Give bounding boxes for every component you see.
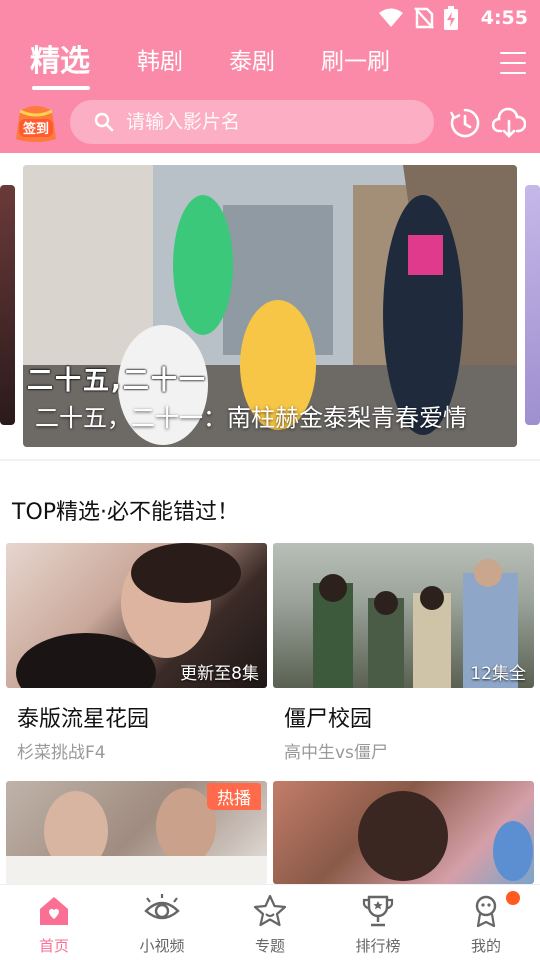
nav-home[interactable]: 首页 bbox=[4, 885, 104, 960]
nav-ranking[interactable]: 排行榜 bbox=[328, 885, 428, 960]
video-title: 僵尸校园 bbox=[284, 707, 373, 732]
video-card[interactable]: 12集全 僵尸校园 高中生vs僵尸 bbox=[273, 543, 534, 763]
banner-slide[interactable]: 二十五,二十一 二十五，二十一：南柱赫金泰梨青春爱情 bbox=[23, 165, 517, 447]
nav-profile[interactable]: 我的 bbox=[436, 885, 536, 960]
sign-in-label: 签到 bbox=[22, 121, 49, 137]
home-icon bbox=[40, 897, 68, 925]
banner-next-peek[interactable] bbox=[525, 185, 540, 425]
trophy-icon bbox=[362, 895, 394, 927]
banner-prev-peek[interactable] bbox=[0, 185, 15, 425]
thumbnail-image bbox=[358, 791, 533, 881]
nav-label: 专题 bbox=[254, 937, 285, 955]
nav-label: 我的 bbox=[470, 937, 501, 955]
episode-badge: 12集全 bbox=[470, 664, 526, 684]
episode-badge: 更新至8集 bbox=[180, 664, 259, 684]
nav-topics[interactable]: 专题 bbox=[220, 885, 320, 960]
nav-label: 首页 bbox=[38, 937, 69, 955]
menu-button[interactable] bbox=[500, 52, 526, 74]
search-icon bbox=[94, 112, 114, 132]
gift-bag-icon: 签到 bbox=[16, 106, 56, 142]
sign-in-button[interactable]: 签到 bbox=[14, 103, 58, 143]
eye-icon bbox=[144, 894, 180, 920]
download-button[interactable] bbox=[491, 107, 527, 143]
search-input[interactable] bbox=[126, 100, 416, 144]
banner-title-overlay: 二十五,二十一 bbox=[27, 366, 207, 396]
tab-swipe[interactable]: 刷一刷 bbox=[321, 42, 390, 86]
wifi-icon bbox=[379, 8, 403, 27]
nav-label: 排行榜 bbox=[355, 937, 401, 955]
nav-label: 小视频 bbox=[139, 937, 185, 955]
profile-icon bbox=[475, 895, 497, 928]
video-card[interactable] bbox=[273, 781, 534, 884]
video-subtitle: 杉菜挑战F4 bbox=[17, 743, 106, 763]
video-thumbnail: 热播 bbox=[6, 781, 267, 884]
battery-charging-icon bbox=[444, 6, 458, 30]
search-box[interactable] bbox=[70, 100, 434, 144]
tab-thai-drama[interactable]: 泰剧 bbox=[229, 42, 275, 86]
video-thumbnail: 更新至8集 bbox=[6, 543, 267, 688]
video-thumbnail: 12集全 bbox=[273, 543, 534, 688]
no-sim-icon bbox=[414, 7, 434, 29]
video-thumbnail bbox=[273, 781, 534, 884]
video-card[interactable]: 热播 bbox=[6, 781, 267, 884]
video-subtitle: 高中生vs僵尸 bbox=[284, 743, 388, 763]
section-title: TOP精选·必不能错过！ bbox=[12, 500, 240, 525]
nav-short-video[interactable]: 小视频 bbox=[112, 885, 212, 960]
tab-korean-drama[interactable]: 韩剧 bbox=[137, 42, 183, 86]
hot-tag: 热播 bbox=[207, 783, 261, 810]
notification-dot bbox=[506, 891, 520, 905]
search-row: 签到 bbox=[0, 99, 540, 147]
status-time: 4:55 bbox=[480, 7, 528, 29]
tab-active-indicator bbox=[32, 86, 90, 90]
app-screen: 4:55 精选 韩剧 泰剧 刷一刷 签到 请输入影片名 二十五,二十一 二十五，… bbox=[0, 0, 540, 960]
video-title: 泰版流星花园 bbox=[17, 707, 150, 732]
tab-featured[interactable]: 精选 bbox=[30, 42, 90, 86]
video-card[interactable]: 更新至8集 泰版流星花园 杉菜挑战F4 bbox=[6, 543, 267, 763]
section-divider bbox=[0, 459, 540, 461]
top-tabs: 精选 韩剧 泰剧 刷一刷 bbox=[0, 42, 540, 90]
cloud-download-icon bbox=[491, 107, 527, 138]
bottom-navigation: 首页 小视频 专题 排行榜 我的 bbox=[0, 884, 540, 960]
star-icon bbox=[253, 894, 287, 927]
menu-icon bbox=[500, 52, 526, 54]
banner-caption: 二十五，二十一：南柱赫金泰梨青春爱情 bbox=[35, 404, 467, 432]
status-bar: 4:55 bbox=[0, 0, 540, 36]
history-icon bbox=[449, 108, 480, 138]
top-header: 4:55 精选 韩剧 泰剧 刷一刷 签到 bbox=[0, 0, 540, 153]
status-icons bbox=[378, 6, 458, 30]
history-button[interactable] bbox=[449, 107, 481, 143]
